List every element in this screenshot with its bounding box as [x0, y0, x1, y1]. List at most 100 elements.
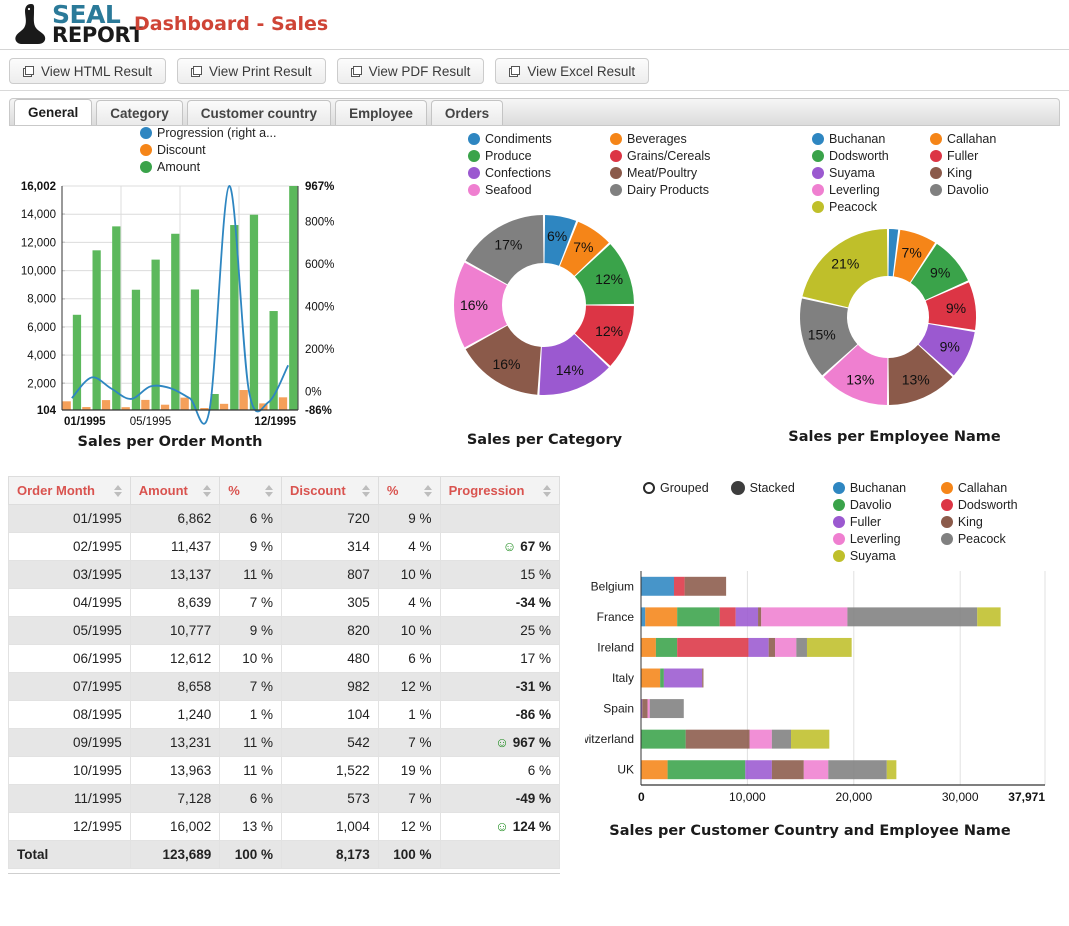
cell-amount: 6,862 [129, 504, 221, 533]
legend-item-peacock[interactable]: Peacock [940, 532, 1018, 546]
legend-item-davolio[interactable]: Davolio [930, 183, 1069, 197]
legend-item-produce[interactable]: Produce [468, 149, 596, 163]
legend-item-callahan[interactable]: Callahan [940, 481, 1018, 495]
legend-item-leverling[interactable]: Leverling [832, 532, 927, 546]
legend-item-dodsworth[interactable]: Dodsworth [940, 498, 1018, 512]
svg-text:-86%: -86% [305, 405, 332, 417]
legend-label: Meat/Poultry [627, 166, 698, 180]
column-header-discount-percent[interactable]: % [377, 476, 441, 505]
cell-discount-percent: 7 % [377, 784, 441, 813]
tab-orders[interactable]: Orders [430, 100, 504, 125]
legend-item-leverling[interactable]: Leverling [812, 183, 916, 197]
legend-item-king[interactable]: King [930, 166, 1069, 180]
legend-item-suyama[interactable]: Suyama [832, 549, 927, 563]
view-excel-result-button[interactable]: View Excel Result [495, 58, 650, 84]
cell-discount-percent: 4 % [377, 588, 441, 617]
legend-item-beverages[interactable]: Beverages [610, 132, 717, 146]
legend-label: Peacock [957, 532, 1006, 546]
legend-color-swatch [140, 144, 152, 156]
tab-customer-country[interactable]: Customer country [186, 100, 332, 125]
legend-item-callahan[interactable]: Callahan [930, 132, 1069, 146]
table-row[interactable]: 06/1995 12,612 10 % 480 6 % 17 % [8, 644, 561, 673]
legend-item-confections[interactable]: Confections [468, 166, 596, 180]
cell-amount-percent: 9 % [219, 532, 283, 561]
column-header-amount[interactable]: Amount [129, 476, 221, 505]
legend-item-meat-poultry[interactable]: Meat/Poultry [610, 166, 717, 180]
legend-item-suyama[interactable]: Suyama [812, 166, 916, 180]
sort-arrows-icon[interactable] [265, 484, 274, 497]
legend-label: Progression (right a... [157, 126, 277, 140]
cell-order-month: 02/1995 [8, 532, 131, 561]
legend-item-condiments[interactable]: Condiments [468, 132, 596, 146]
table-row[interactable]: 05/1995 10,777 9 % 820 10 % 25 % [8, 616, 561, 645]
legend-label: Fuller [849, 515, 882, 529]
table-row[interactable]: 11/1995 7,128 6 % 573 7 % -49 % [8, 784, 561, 813]
sort-arrows-icon[interactable] [113, 484, 122, 497]
legend-item-discount[interactable]: Discount [140, 143, 360, 157]
cell-discount: 480 [281, 644, 379, 673]
cell-discount: 1,004 [281, 812, 379, 841]
legend-color-swatch [930, 133, 942, 145]
table-row[interactable]: 12/1995 16,002 13 % 1,004 12 % ☺ 124 % [8, 812, 561, 841]
column-header-progression[interactable]: Progression [439, 476, 561, 505]
svg-text:14%: 14% [556, 362, 584, 378]
cell-discount: 1,522 [281, 756, 379, 785]
sort-arrows-icon[interactable] [543, 484, 551, 497]
column-header-order-month[interactable]: Order Month [8, 476, 131, 505]
radio-grouped[interactable]: Grouped [643, 481, 709, 495]
tab-employee[interactable]: Employee [335, 100, 427, 125]
tab-category[interactable]: Category [96, 100, 183, 125]
sort-arrows-icon[interactable] [423, 484, 432, 497]
sort-arrows-icon[interactable] [203, 484, 212, 497]
sort-arrows-icon[interactable] [361, 484, 370, 497]
svg-text:967%: 967% [305, 181, 334, 193]
svg-text:16%: 16% [492, 356, 520, 372]
external-window-icon [191, 65, 203, 77]
app-header: SEAL REPORT Dashboard - Sales [0, 0, 1069, 50]
column-header-discount[interactable]: Discount [281, 476, 379, 505]
legend-item-grains-cereals[interactable]: Grains/Cereals [610, 149, 717, 163]
legend-color-swatch [930, 167, 942, 179]
legend-label: Beverages [627, 132, 687, 146]
radio-label: Stacked [749, 481, 795, 495]
seal-report-logo: SEAL REPORT [14, 2, 144, 46]
table-row[interactable]: 03/1995 13,137 11 % 807 10 % 15 % [8, 560, 561, 589]
cell-discount-percent: 12 % [377, 812, 441, 841]
cell-amount-percent: 7 % [219, 588, 283, 617]
external-window-icon [350, 65, 362, 77]
view-print-result-button[interactable]: View Print Result [177, 58, 326, 84]
legend-item-amount[interactable]: Amount [140, 160, 360, 174]
tab-general[interactable]: General [14, 99, 93, 125]
legend-item-fuller[interactable]: Fuller [832, 515, 927, 529]
cell-progression [439, 504, 561, 533]
table-row[interactable]: 08/1995 1,240 1 % 104 1 % -86 % [8, 700, 561, 729]
table-row[interactable]: 10/1995 13,963 11 % 1,522 19 % 6 % [8, 756, 561, 785]
view-html-result-button[interactable]: View HTML Result [9, 58, 167, 84]
table-row[interactable]: 02/1995 11,437 9 % 314 4 % ☺ 67 % [8, 532, 561, 561]
legend-item-buchanan[interactable]: Buchanan [832, 481, 927, 495]
legend-item-seafood[interactable]: Seafood [468, 183, 596, 197]
legend-label: Seafood [485, 183, 532, 197]
radio-stacked[interactable]: Stacked [730, 481, 795, 495]
svg-text:6%: 6% [547, 228, 567, 244]
combo-chart-legend: Progression (right a... Discount Amount [140, 126, 360, 174]
table-row[interactable]: 09/1995 13,231 11 % 542 7 % ☺ 967 % [8, 728, 561, 757]
legend-item-king[interactable]: King [940, 515, 1018, 529]
svg-text:16%: 16% [460, 297, 488, 313]
table-header-row: Order Month Amount % Discount % Progress… [8, 476, 561, 505]
legend-item-buchanan[interactable]: Buchanan [812, 132, 916, 146]
column-header-amount-percent[interactable]: % [219, 476, 283, 505]
legend-item-dairy-products[interactable]: Dairy Products [610, 183, 717, 197]
legend-item-fuller[interactable]: Fuller [930, 149, 1069, 163]
table-row[interactable]: 04/1995 8,639 7 % 305 4 % -34 % [8, 588, 561, 617]
table-row[interactable]: 01/1995 6,862 6 % 720 9 % [8, 504, 561, 533]
legend-item-davolio[interactable]: Davolio [832, 498, 927, 512]
legend-label: Buchanan [829, 132, 886, 146]
legend-color-swatch [832, 499, 845, 511]
view-pdf-result-button[interactable]: View PDF Result [336, 58, 485, 84]
legend-item-progression[interactable]: Progression (right a... [140, 126, 360, 140]
legend-item-peacock[interactable]: Peacock [812, 200, 916, 214]
cell-discount: 104 [281, 700, 379, 729]
table-row[interactable]: 07/1995 8,658 7 % 982 12 % -31 % [8, 672, 561, 701]
legend-item-dodsworth[interactable]: Dodsworth [812, 149, 916, 163]
